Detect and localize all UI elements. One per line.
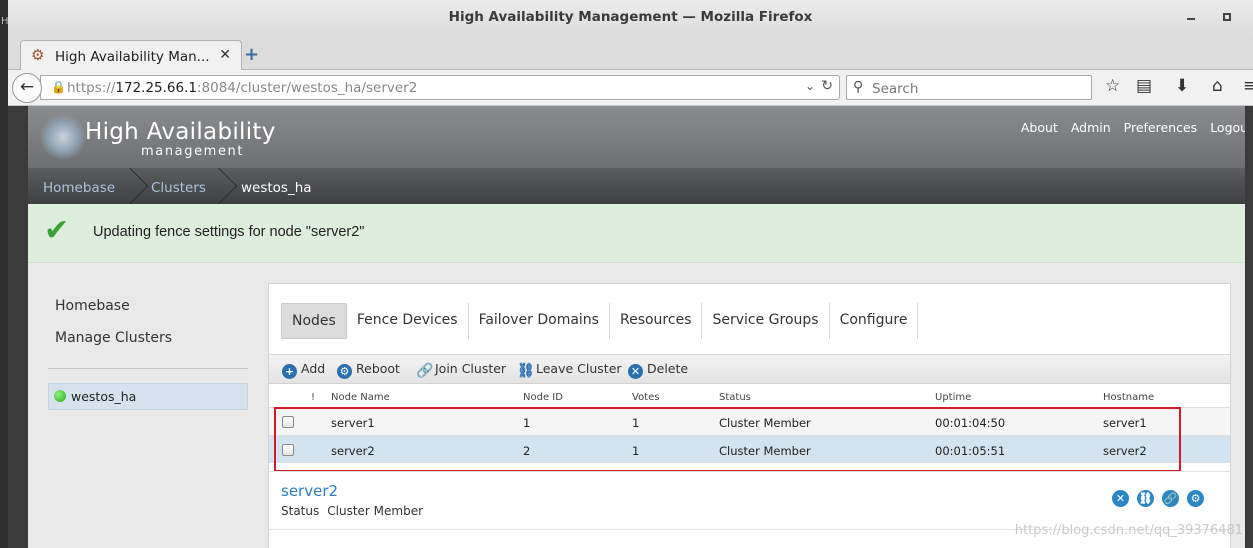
delete-icon: ✕ xyxy=(628,364,643,379)
url-bar[interactable]: 🔒 https://172.25.66.1:8084/cluster/westo… xyxy=(40,75,840,100)
delete-button[interactable]: ✕ Delete xyxy=(628,361,688,379)
status-dot-icon xyxy=(54,390,66,402)
browser-tab[interactable]: ⚙ High Availability Man... ✕ xyxy=(20,40,242,71)
tab-fence-devices[interactable]: Fence Devices xyxy=(347,303,469,339)
nav-admin[interactable]: Admin xyxy=(1071,120,1111,135)
desktop-edge: H xyxy=(0,0,9,548)
reading-list-icon[interactable]: ▤ xyxy=(1136,76,1152,96)
url-text[interactable]: https://172.25.66.1:8084/cluster/westos_… xyxy=(67,80,417,96)
reload-icon[interactable]: ↻ xyxy=(821,78,833,94)
page-scrollbar[interactable] xyxy=(1245,106,1253,548)
new-tab-icon[interactable]: + xyxy=(244,44,259,65)
reboot-icon: ⚙ xyxy=(337,364,352,379)
tab-title: High Availability Man... xyxy=(55,49,210,65)
reboot-button[interactable]: ⚙ Reboot xyxy=(337,361,400,379)
top-nav: About Admin Preferences Logout xyxy=(1021,120,1253,135)
nav-preferences[interactable]: Preferences xyxy=(1124,120,1198,135)
detail-status: Status Cluster Member xyxy=(281,504,424,518)
logo-title[interactable]: High Availability xyxy=(85,119,276,145)
menu-icon[interactable]: ≡ xyxy=(1243,76,1253,96)
tab-nodes[interactable]: Nodes xyxy=(281,303,347,339)
search-bar[interactable]: ⚲ Search xyxy=(846,75,1092,100)
sidebar-item-manage-clusters[interactable]: Manage Clusters xyxy=(55,330,172,346)
tab-service-groups[interactable]: Service Groups xyxy=(702,303,830,339)
logo-subtitle: management xyxy=(141,144,245,159)
link-icon: 🔗 xyxy=(416,363,434,379)
home-icon[interactable]: ⌂ xyxy=(1212,76,1223,96)
search-icon: ⚲ xyxy=(853,79,864,95)
col-uptime[interactable]: Uptime xyxy=(935,392,971,403)
download-icon[interactable]: ⬇ xyxy=(1175,76,1189,96)
join-cluster-button[interactable]: 🔗 Join Cluster xyxy=(416,361,506,379)
cluster-tabs: Nodes Fence Devices Failover Domains Res… xyxy=(281,303,919,339)
highlight-box xyxy=(274,407,1181,472)
breadcrumb-separator xyxy=(123,168,137,204)
table-header: ! Node Name Node ID Votes Status Uptime … xyxy=(269,385,1230,407)
col-node-id[interactable]: Node ID xyxy=(523,392,563,403)
search-placeholder: Search xyxy=(872,81,919,97)
breadcrumb-separator xyxy=(212,168,226,204)
sidebar-divider xyxy=(48,368,248,369)
delete-icon[interactable]: ✕ xyxy=(1112,490,1129,507)
app-header: High Availability management About Admin… xyxy=(28,106,1253,168)
tab-resources[interactable]: Resources xyxy=(610,303,703,339)
bookmark-star-icon[interactable]: ☆ xyxy=(1105,76,1120,96)
tab-failover-domains[interactable]: Failover Domains xyxy=(469,303,610,339)
join-cluster-icon[interactable]: 🔗 xyxy=(1162,490,1179,507)
node-toolbar: + Add ⚙ Reboot 🔗 Join Cluster ⛓Leave Cluste… xyxy=(269,354,1230,384)
back-arrow-icon: ← xyxy=(19,77,35,97)
lock-icon: 🔒 xyxy=(51,80,66,94)
detail-actions: ✕ ⛓ 🔗 ⚙ xyxy=(1112,490,1204,507)
col-alert[interactable]: ! xyxy=(311,392,315,403)
col-hostname[interactable]: Hostname xyxy=(1103,392,1154,403)
breadcrumb: Homebase Clusters westos_ha xyxy=(28,168,1253,204)
leave-cluster-button[interactable]: ⛓Leave Cluster xyxy=(517,361,622,379)
checkmark-icon: ✔ xyxy=(44,213,70,248)
breadcrumb-homebase[interactable]: Homebase xyxy=(43,180,115,196)
tab-configure[interactable]: Configure xyxy=(830,303,919,339)
sidebar-item-cluster[interactable]: westos_ha xyxy=(48,383,248,410)
browser-tabbar: ⚙ High Availability Man... ✕ + xyxy=(8,36,1253,71)
nav-about[interactable]: About xyxy=(1021,120,1058,135)
browser-navbar: 🔒 https://172.25.66.1:8084/cluster/westo… xyxy=(8,70,1253,106)
main-content: Homebase Manage Clusters westos_ha Nodes… xyxy=(28,263,1253,548)
window-titlebar: High Availability Management — Mozilla F… xyxy=(8,0,1253,36)
gear-favicon-icon: ⚙ xyxy=(31,46,45,64)
add-icon: + xyxy=(282,364,297,379)
nodes-panel: Nodes Fence Devices Failover Domains Res… xyxy=(268,283,1231,548)
alert-message: Updating fence settings for node "server… xyxy=(93,224,365,240)
breadcrumb-clusters[interactable]: Clusters xyxy=(151,180,206,196)
window-title: High Availability Management — Mozilla F… xyxy=(448,9,813,25)
dropdown-icon[interactable]: ⌄ xyxy=(805,79,815,93)
success-alert: ✔ Updating fence settings for node "serv… xyxy=(28,204,1253,263)
reboot-icon[interactable]: ⚙ xyxy=(1187,490,1204,507)
detail-node-name: server2 xyxy=(281,482,339,500)
breadcrumb-current: westos_ha xyxy=(241,180,312,196)
minimize-button[interactable] xyxy=(1187,18,1195,20)
broken-link-icon: ⛓ xyxy=(517,363,535,379)
add-button[interactable]: + Add xyxy=(282,361,325,379)
logo-icon xyxy=(40,114,86,160)
web-page: High Availability management About Admin… xyxy=(8,106,1253,548)
watermark-text: https://blog.csdn.net/qq_39376481 xyxy=(1014,523,1243,538)
leave-cluster-icon[interactable]: ⛓ xyxy=(1137,490,1154,507)
close-tab-icon[interactable]: ✕ xyxy=(219,47,231,63)
col-votes[interactable]: Votes xyxy=(632,392,659,403)
back-button[interactable]: ← xyxy=(12,73,42,103)
cluster-name: westos_ha xyxy=(71,389,137,404)
maximize-button[interactable] xyxy=(1223,13,1231,21)
col-node-name[interactable]: Node Name xyxy=(331,392,390,403)
col-status[interactable]: Status xyxy=(719,392,751,403)
sidebar-item-homebase[interactable]: Homebase xyxy=(55,298,130,314)
